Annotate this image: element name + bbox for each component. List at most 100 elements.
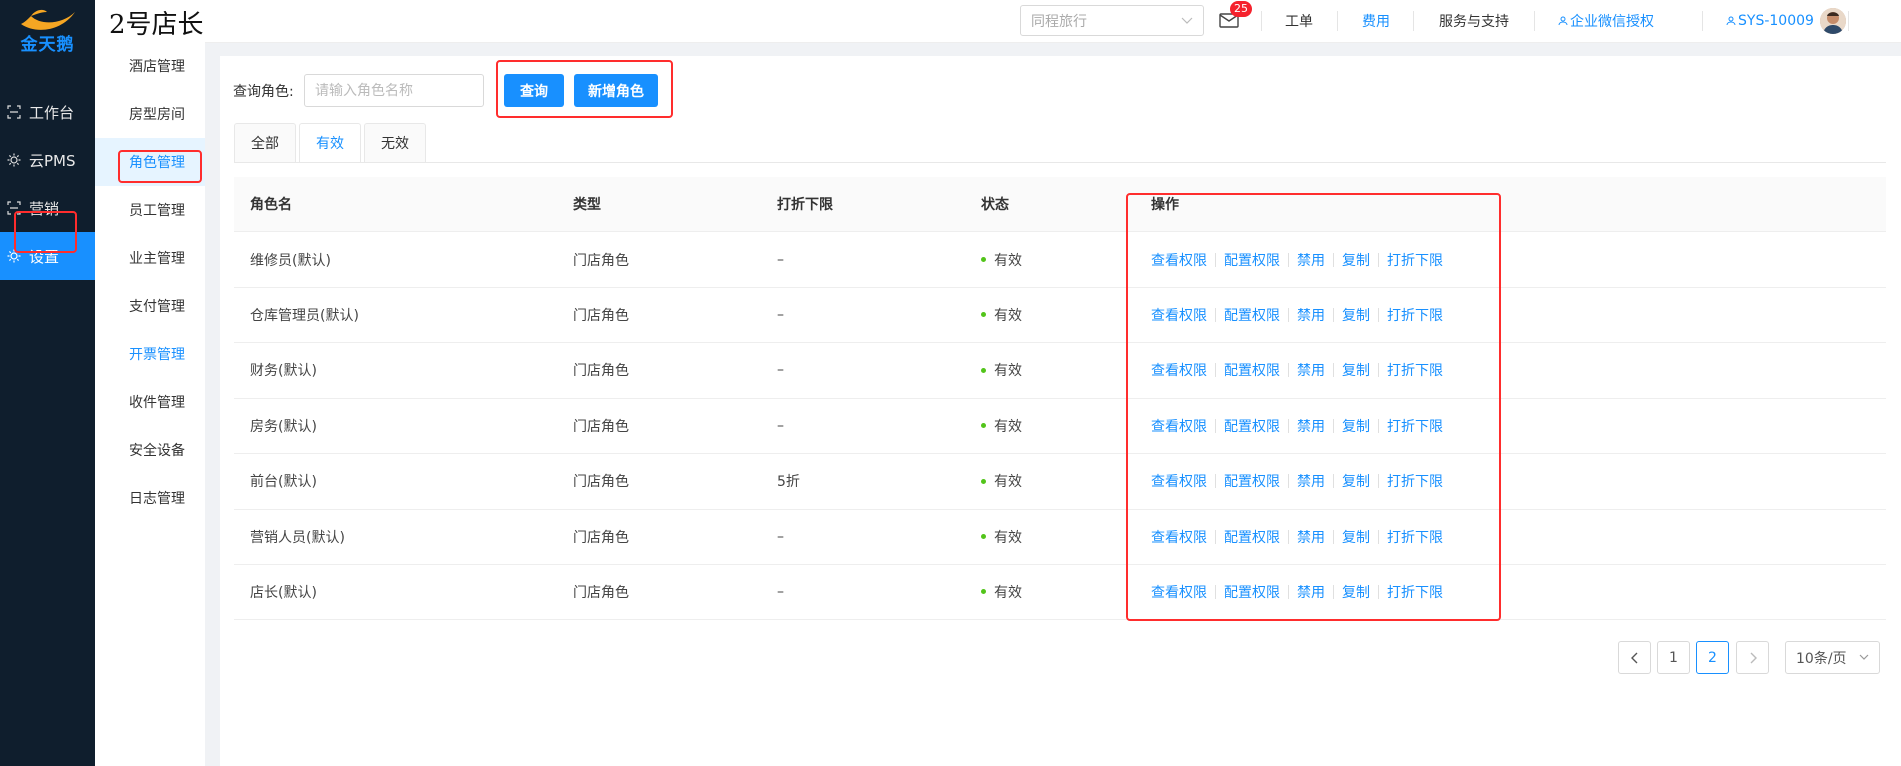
link-ticket[interactable]: 工单 <box>1285 0 1313 42</box>
copy-link[interactable]: 复制 <box>1342 527 1370 547</box>
role-name-cell: 店长(默认) <box>250 584 317 601</box>
tab-all[interactable]: 全部 <box>234 123 296 163</box>
role-type-cell: 门店角色 <box>573 474 629 491</box>
copy-link[interactable]: 复制 <box>1342 582 1370 602</box>
view-permissions-link[interactable]: 查看权限 <box>1151 360 1207 380</box>
subnav-owner-management[interactable]: 业主管理 <box>95 234 205 282</box>
link-wecom-auth[interactable]: 企业微信授权 <box>1558 0 1654 42</box>
settings-subnav: 酒店管理 房型房间 角色管理 员工管理 业主管理 支付管理 开票管理 收件管理 … <box>95 42 205 766</box>
page-size-value: 10条/页 <box>1796 650 1847 667</box>
column-role-name: 角色名 <box>250 197 292 213</box>
table-row: 仓库管理员(默认) 门店角色 – 有效 查看权限 配置权限 禁用 复制 打折下限 <box>234 287 1886 344</box>
status-tabs: 全部 有效 无效 <box>234 123 429 163</box>
brand-name: 金天鹅 <box>20 34 75 55</box>
view-permissions-link[interactable]: 查看权限 <box>1151 471 1207 491</box>
action-separator <box>1333 529 1334 544</box>
chevron-right-icon <box>1750 652 1757 663</box>
subnav-room-types[interactable]: 房型房间 <box>95 90 205 138</box>
disable-link[interactable]: 禁用 <box>1297 582 1325 602</box>
link-fees[interactable]: 费用 <box>1362 0 1390 42</box>
view-permissions-link[interactable]: 查看权限 <box>1151 416 1207 436</box>
disable-link[interactable]: 禁用 <box>1297 250 1325 270</box>
disable-link[interactable]: 禁用 <box>1297 360 1325 380</box>
action-separator <box>1378 529 1379 544</box>
discount-limit-link[interactable]: 打折下限 <box>1387 416 1443 436</box>
workbench-icon <box>7 105 21 119</box>
copy-link[interactable]: 复制 <box>1342 305 1370 325</box>
role-type-cell: 门店角色 <box>573 529 629 546</box>
brand-select[interactable]: 同程旅行 <box>1020 5 1204 36</box>
status-text: 有效 <box>994 418 1022 435</box>
nav-settings[interactable]: 设置 <box>0 232 95 280</box>
action-separator <box>1215 307 1216 322</box>
configure-permissions-link[interactable]: 配置权限 <box>1224 416 1280 436</box>
query-button[interactable]: 查询 <box>504 74 564 107</box>
nav-marketing[interactable]: 营销 <box>0 184 95 232</box>
discount-limit-link[interactable]: 打折下限 <box>1387 582 1443 602</box>
actions-cell: 查看权限 配置权限 禁用 复制 打折下限 <box>1151 509 1443 564</box>
configure-permissions-link[interactable]: 配置权限 <box>1224 582 1280 602</box>
logo-swan-icon <box>20 9 75 30</box>
next-page-button[interactable] <box>1736 641 1769 674</box>
discount-limit-cell: 5折 <box>777 474 800 491</box>
disable-link[interactable]: 禁用 <box>1297 471 1325 491</box>
role-name-cell: 前台(默认) <box>250 474 317 491</box>
copy-link[interactable]: 复制 <box>1342 250 1370 270</box>
discount-limit-link[interactable]: 打折下限 <box>1387 471 1443 491</box>
configure-permissions-link[interactable]: 配置权限 <box>1224 471 1280 491</box>
prev-page-button[interactable] <box>1618 641 1651 674</box>
status-cell: 有效 <box>981 343 1022 398</box>
status-text: 有效 <box>994 363 1022 380</box>
discount-limit-cell: – <box>777 417 784 434</box>
disable-link[interactable]: 禁用 <box>1297 527 1325 547</box>
subnav-payment-management[interactable]: 支付管理 <box>95 282 205 330</box>
tab-invalid[interactable]: 无效 <box>364 123 426 163</box>
nav-cloud-pms[interactable]: 云PMS <box>0 136 95 184</box>
status-dot <box>981 257 986 262</box>
subnav-staff-management[interactable]: 员工管理 <box>95 186 205 234</box>
view-permissions-link[interactable]: 查看权限 <box>1151 582 1207 602</box>
view-permissions-link[interactable]: 查看权限 <box>1151 305 1207 325</box>
configure-permissions-link[interactable]: 配置权限 <box>1224 250 1280 270</box>
subnav-mail-management[interactable]: 收件管理 <box>95 378 205 426</box>
subnav-security-devices[interactable]: 安全设备 <box>95 426 205 474</box>
copy-link[interactable]: 复制 <box>1342 471 1370 491</box>
link-wecom-auth-label: 企业微信授权 <box>1570 14 1654 30</box>
discount-limit-link[interactable]: 打折下限 <box>1387 360 1443 380</box>
action-separator <box>1288 363 1289 378</box>
subnav-hotel-management[interactable]: 酒店管理 <box>95 42 205 90</box>
discount-limit-link[interactable]: 打折下限 <box>1387 250 1443 270</box>
role-type-cell: 门店角色 <box>573 363 629 380</box>
copy-link[interactable]: 复制 <box>1342 416 1370 436</box>
link-service-support[interactable]: 服务与支持 <box>1439 0 1509 42</box>
discount-limit-link[interactable]: 打折下限 <box>1387 305 1443 325</box>
tab-valid[interactable]: 有效 <box>299 123 361 163</box>
action-separator <box>1288 474 1289 489</box>
page-size-select[interactable]: 10条/页 <box>1785 641 1880 674</box>
copy-link[interactable]: 复制 <box>1342 360 1370 380</box>
subnav-role-management[interactable]: 角色管理 <box>95 138 205 186</box>
role-search-input[interactable] <box>304 74 484 107</box>
user-icon <box>1558 16 1568 26</box>
subnav-invoice-management[interactable]: 开票管理 <box>95 330 205 378</box>
configure-permissions-link[interactable]: 配置权限 <box>1224 360 1280 380</box>
main-sidebar: 金天鹅 工作台 云PMS 营销 设置 <box>0 0 95 766</box>
page-2-button[interactable]: 2 <box>1696 641 1729 674</box>
configure-permissions-link[interactable]: 配置权限 <box>1224 305 1280 325</box>
configure-permissions-link[interactable]: 配置权限 <box>1224 527 1280 547</box>
page-1-button[interactable]: 1 <box>1657 641 1690 674</box>
nav-workbench[interactable]: 工作台 <box>0 88 95 136</box>
action-separator <box>1333 584 1334 599</box>
brand-select-value: 同程旅行 <box>1031 13 1087 30</box>
disable-link[interactable]: 禁用 <box>1297 416 1325 436</box>
divider <box>1702 11 1703 31</box>
user-menu[interactable]: SYS-10009 <box>1726 0 1846 42</box>
role-name-cell: 营销人员(默认) <box>250 529 345 546</box>
disable-link[interactable]: 禁用 <box>1297 305 1325 325</box>
subnav-log-management[interactable]: 日志管理 <box>95 474 205 522</box>
view-permissions-link[interactable]: 查看权限 <box>1151 527 1207 547</box>
view-permissions-link[interactable]: 查看权限 <box>1151 250 1207 270</box>
add-role-button[interactable]: 新增角色 <box>574 74 658 107</box>
mail-button[interactable]: 25 <box>1219 1 1252 31</box>
discount-limit-link[interactable]: 打折下限 <box>1387 527 1443 547</box>
